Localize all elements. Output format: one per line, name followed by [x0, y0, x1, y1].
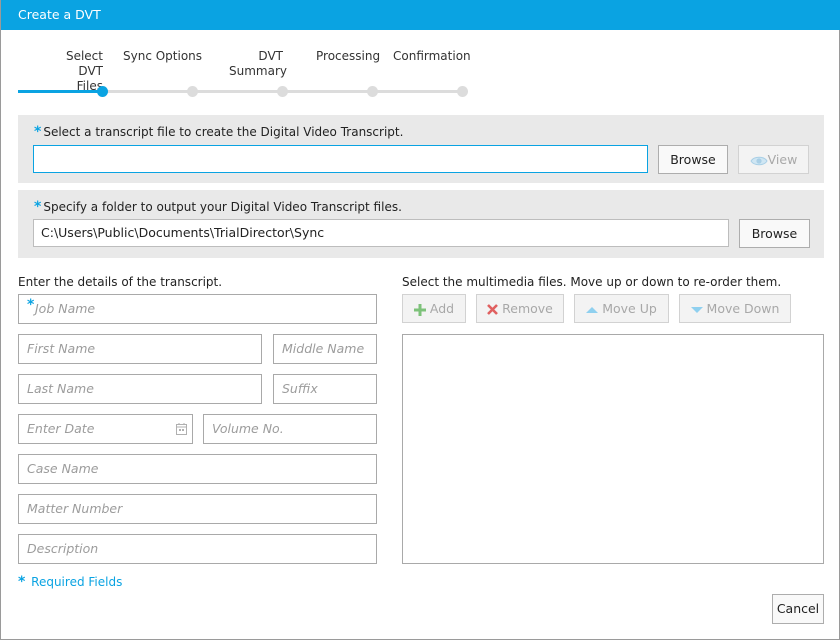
transcript-file-label: * Select a transcript file to create the … [34, 124, 403, 140]
output-label-text: Specify a folder to output your Digital … [43, 200, 402, 214]
remove-label: Remove [502, 301, 553, 316]
enter-date-field[interactable]: Enter Date [18, 414, 193, 444]
stepper-progress-track [18, 90, 103, 93]
output-browse-button[interactable]: Browse [739, 219, 810, 248]
multimedia-file-list[interactable] [402, 334, 824, 564]
add-label: Add [429, 301, 455, 316]
step-processing: Processing [316, 49, 380, 64]
last-name-field[interactable]: Last Name [18, 374, 262, 404]
add-button[interactable]: Add [402, 294, 466, 323]
view-button[interactable]: View [738, 145, 809, 174]
remove-button[interactable]: Remove [476, 294, 564, 323]
transcript-label-text: Select a transcript file to create the D… [43, 125, 404, 139]
required-mark: * [27, 297, 35, 313]
dialog-title-bar: Create a DVT [1, 0, 840, 30]
step-2-dot [187, 86, 198, 97]
step-dvt-summary: DVT Summary [229, 49, 287, 79]
step-3-label-line2: Summary [229, 64, 287, 78]
output-folder-label: * Specify a folder to output your Digital… [34, 199, 402, 215]
move-up-button[interactable]: Move Up [574, 294, 669, 323]
matter-number-field[interactable]: Matter Number [18, 494, 377, 524]
required-fields-note: * Required Fields [18, 574, 122, 590]
output-folder-panel: * Specify a folder to output your Digital… [18, 190, 824, 258]
job-name-placeholder: Job Name [35, 301, 96, 316]
browse-label: Browse [670, 152, 716, 167]
cancel-button[interactable]: Cancel [772, 594, 824, 624]
step-1-dot [97, 86, 108, 97]
step-3-dot [277, 86, 288, 97]
step-confirmation: Confirmation [393, 49, 471, 64]
plus-icon [413, 303, 426, 316]
first-name-field[interactable]: First Name [18, 334, 262, 364]
step-3-label-line1: DVT [258, 49, 283, 63]
dialog-title: Create a DVT [18, 7, 101, 22]
job-name-field[interactable]: * Job Name [18, 294, 377, 324]
cancel-label: Cancel [776, 601, 820, 616]
multimedia-heading: Select the multimedia files. Move up or … [402, 275, 782, 289]
step-4-label: Processing [316, 49, 381, 63]
case-name-field[interactable]: Case Name [18, 454, 377, 484]
step-1-label-line1: Select DVT [65, 49, 103, 78]
required-mark: * [18, 574, 26, 590]
required-fields-text: Required Fields [31, 575, 123, 589]
step-5-label: Confirmation [393, 49, 471, 63]
arrow-up-icon [586, 306, 599, 313]
move-down-label: Move Down [706, 301, 780, 316]
transcript-file-panel: * Select a transcript file to create the … [18, 115, 824, 183]
transcript-browse-button[interactable]: Browse [658, 145, 728, 174]
browse-label: Browse [751, 226, 798, 241]
move-up-label: Move Up [602, 301, 657, 316]
middle-name-field[interactable]: Middle Name [273, 334, 377, 364]
view-label: View [767, 152, 798, 167]
step-2-label: Sync Options [123, 49, 203, 63]
required-mark: * [34, 124, 42, 140]
calendar-icon[interactable] [176, 423, 187, 435]
step-sync-options: Sync Options [123, 49, 202, 64]
required-mark: * [34, 199, 42, 215]
move-down-button[interactable]: Move Down [679, 294, 791, 323]
eye-icon [750, 156, 768, 165]
x-icon [487, 304, 499, 315]
output-folder-input[interactable]: C:\Users\Public\Documents\TrialDirector\… [33, 219, 729, 247]
step-4-dot [367, 86, 378, 97]
suffix-field[interactable]: Suffix [273, 374, 377, 404]
description-field[interactable]: Description [18, 534, 377, 564]
create-dvt-dialog: Create a DVT Select DVT Files Sync Optio… [0, 0, 840, 640]
step-select-dvt-files: Select DVT Files [46, 49, 103, 94]
transcript-file-input[interactable] [33, 145, 648, 173]
enter-date-placeholder: Enter Date [27, 421, 95, 436]
arrow-down-icon [690, 306, 703, 313]
details-heading: Enter the details of the transcript. [18, 275, 223, 289]
step-5-dot [457, 86, 468, 97]
volume-no-field[interactable]: Volume No. [203, 414, 377, 444]
